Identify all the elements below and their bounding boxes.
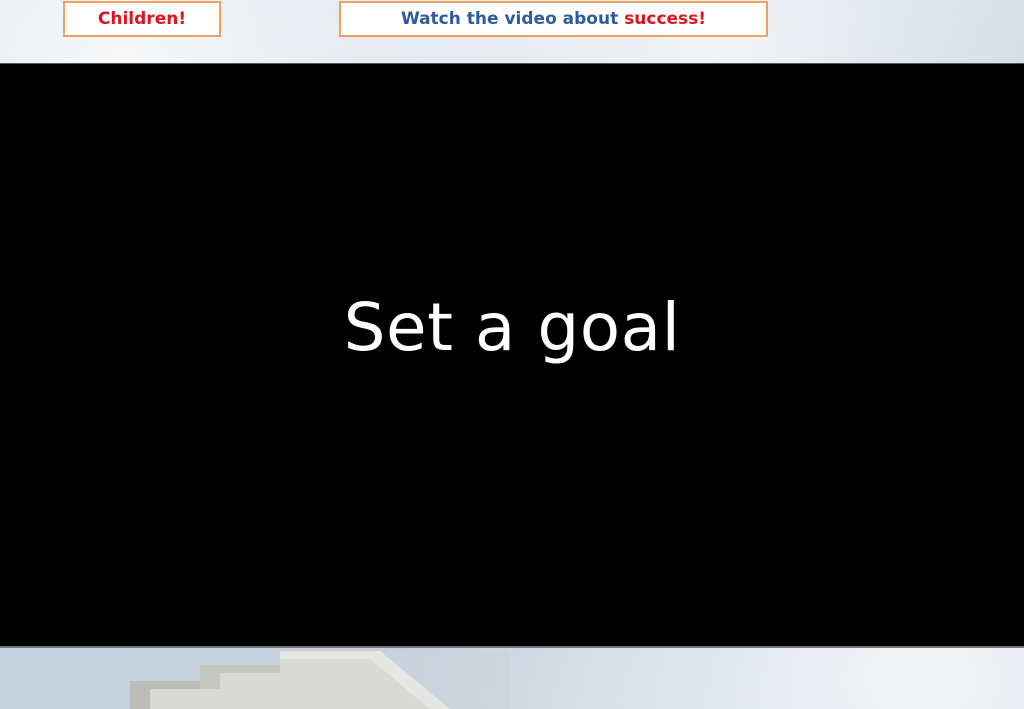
watch-banner-highlight: success [624, 9, 699, 29]
video-player[interactable]: Set a goal [0, 63, 1024, 648]
stairs-sculpture-image [130, 651, 510, 709]
watch-banner-suffix: ! [698, 9, 707, 29]
watch-video-banner: Watch the video about success! [339, 1, 768, 37]
children-banner: Children! [63, 1, 221, 37]
video-caption: Set a goal [343, 288, 681, 366]
children-banner-label: Children! [97, 9, 187, 29]
watch-banner-prefix: Watch the video about [400, 9, 625, 29]
